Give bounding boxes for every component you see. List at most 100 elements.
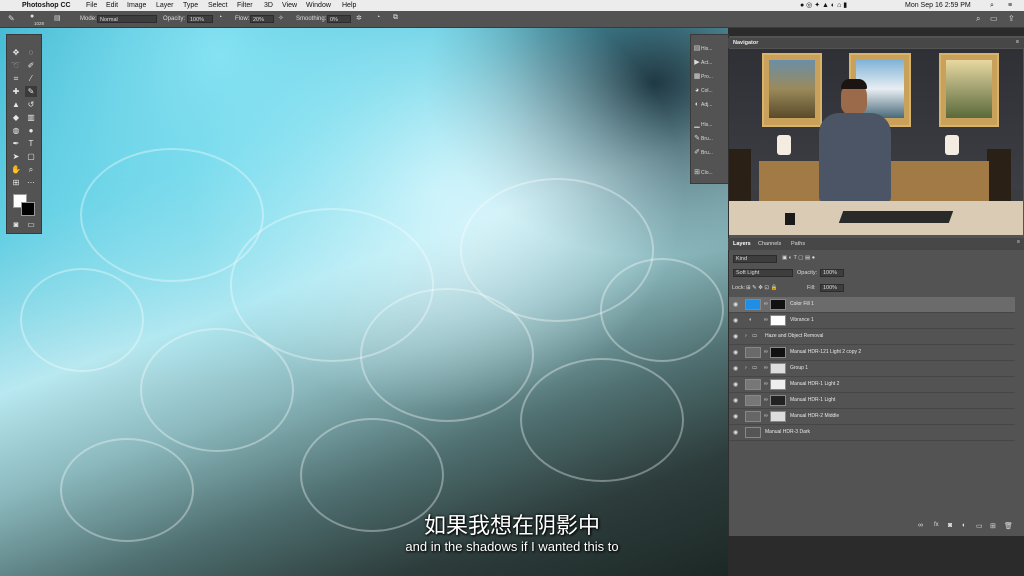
background-color-swatch[interactable] (21, 202, 35, 216)
visibility-eye-icon[interactable]: ◉ (733, 397, 738, 404)
hand-tool-icon[interactable]: ✋ (10, 164, 22, 175)
app-name[interactable]: Photoshop CC (22, 1, 71, 10)
brush-tool-icon[interactable]: ✎ (8, 14, 15, 23)
layer-row[interactable]: ◉ › ▭ ∞ Group 1 (729, 361, 1015, 377)
status-icons[interactable]: ● ◎ ✦ ▲ ◐ ⌂ ▮ (800, 1, 847, 10)
menu-image[interactable]: Image (127, 1, 146, 10)
tab-navigator[interactable]: Navigator (733, 40, 758, 46)
menu-file[interactable]: File (86, 1, 97, 10)
history-brush-icon[interactable]: ↺ (25, 99, 37, 110)
quick-mask-icon[interactable]: ◙ (10, 219, 22, 230)
search-icon[interactable]: ⌕ (990, 1, 994, 10)
panel-clone-source[interactable]: ⊞Clo... (693, 167, 726, 178)
layer-row[interactable]: ◉ ∞ Manual HDR-2 Middle (729, 409, 1015, 425)
dodge-tool-icon[interactable]: ● (25, 125, 37, 136)
quick-select-tool-icon[interactable]: ✐ (25, 60, 37, 71)
crop-tool-icon[interactable]: ⌗ (10, 73, 22, 84)
layer-row[interactable]: ◉ ∞ Manual HDR-1 Light 2 (729, 377, 1015, 393)
visibility-eye-icon[interactable]: ◉ (733, 333, 738, 340)
gradient-tool-icon[interactable]: ▥ (25, 112, 37, 123)
panel-adjustments[interactable]: ◐ Adj... (693, 99, 726, 110)
clock[interactable]: Mon Sep 16 2:59 PM (905, 1, 971, 10)
layer-row[interactable]: ◉ ∞ Manual HDR-1 Light (729, 393, 1015, 409)
menu-3d[interactable]: 3D (264, 1, 273, 10)
smoothing-settings-icon[interactable]: ✲ (356, 14, 362, 22)
visibility-eye-icon[interactable]: ◉ (733, 349, 738, 356)
path-select-tool-icon[interactable]: ➤ (10, 151, 22, 162)
panel-properties[interactable]: ▦Pro... (693, 71, 726, 82)
menu-help[interactable]: Help (342, 1, 356, 10)
eyedropper-tool-icon[interactable]: ⁄ (25, 73, 37, 84)
screen-mode-icon[interactable]: ▭ (25, 219, 37, 230)
document-canvas[interactable] (0, 28, 728, 576)
panel-history[interactable]: ▤His... (693, 43, 726, 54)
menu-type[interactable]: Type (183, 1, 198, 10)
panel-brush-settings[interactable]: ✐Bru... (693, 147, 726, 158)
zoom-tool-icon[interactable]: ⌕ (25, 164, 37, 175)
visibility-eye-icon[interactable]: ◉ (733, 365, 738, 372)
shape-tool-icon[interactable]: ▢ (25, 151, 37, 162)
lasso-tool-icon[interactable]: ➰ (10, 60, 22, 71)
move-tool-icon[interactable]: ✥ (10, 47, 22, 58)
visibility-eye-icon[interactable]: ◉ (733, 413, 738, 420)
type-tool-icon[interactable]: T (25, 138, 37, 149)
panel-brushes[interactable]: ✎Bru... (693, 133, 726, 144)
layer-row[interactable]: ◉ ∞ Color Fill 1 (729, 297, 1015, 313)
blur-tool-icon[interactable]: ◍ (10, 125, 22, 136)
menu-filter[interactable]: Filter (237, 1, 253, 10)
menu-list-icon[interactable]: ≡ (1008, 1, 1012, 10)
flow-field[interactable]: 20% (250, 15, 274, 23)
visibility-eye-icon[interactable]: ◉ (733, 381, 738, 388)
visibility-eye-icon[interactable]: ◉ (733, 429, 738, 436)
panel-histogram[interactable]: ▁His... (693, 119, 726, 130)
filter-kind-select[interactable]: Kind (733, 255, 777, 263)
blend-mode-select[interactable]: Soft Light (733, 269, 793, 277)
menu-select[interactable]: Select (208, 1, 227, 10)
pen-tool-icon[interactable]: ✒ (10, 138, 22, 149)
pressure-size-icon[interactable]: ◔ (376, 14, 380, 21)
eraser-tool-icon[interactable]: ◆ (10, 112, 22, 123)
menu-window[interactable]: Window (306, 1, 331, 10)
airbrush-icon[interactable]: ✧ (278, 14, 284, 22)
tab-layers[interactable]: Layers (733, 241, 751, 247)
smoothing-field[interactable]: 0% (327, 15, 351, 23)
visibility-eye-icon[interactable]: ◉ (733, 317, 738, 324)
menu-edit[interactable]: Edit (106, 1, 118, 10)
panel-actions[interactable]: ▶Act... (693, 57, 726, 68)
panel-color[interactable]: ◕ Col... (693, 85, 726, 96)
healing-tool-icon[interactable]: ✚ (10, 86, 22, 97)
mode-select[interactable]: Normal (97, 15, 157, 23)
opacity-field[interactable]: 100% (187, 15, 213, 23)
filter-icons[interactable]: ▣ ◐ T ▢ ▤ ● (782, 255, 815, 261)
layer-thumbnail (745, 411, 761, 422)
share-icon[interactable]: ⇪ (1008, 14, 1015, 23)
menu-view[interactable]: View (282, 1, 297, 10)
layer-row[interactable]: ◉ Manual HDR-3 Dark (729, 425, 1015, 441)
opacity-field[interactable]: 100% (820, 269, 844, 277)
panel-menu-icon[interactable]: ≡ (1017, 239, 1020, 245)
layer-row[interactable]: ◉ ◐ ∞ Vibrance 1 (729, 313, 1015, 329)
more-tools-icon[interactable]: ⋯ (25, 177, 37, 188)
brush-preset-icon[interactable]: ● (30, 13, 34, 20)
tab-channels[interactable]: Channels (758, 241, 781, 247)
layer-row[interactable]: ◉ › ▭ Haze and Object Removal (729, 329, 1015, 345)
menu-layer[interactable]: Layer (156, 1, 174, 10)
symmetry-icon[interactable]: ⧉ (393, 14, 398, 22)
marquee-tool-icon[interactable]: ◌ (25, 47, 37, 58)
visibility-eye-icon[interactable]: ◉ (733, 301, 738, 308)
search-icon[interactable]: ⌕ (976, 14, 980, 24)
fill-field[interactable]: 100% (820, 284, 844, 292)
tab-paths[interactable]: Paths (791, 241, 805, 247)
stamp-tool-icon[interactable]: ▲ (10, 99, 22, 110)
layer-row[interactable]: ◉ ∞ Manual HDR-121 Light 2 copy 2 (729, 345, 1015, 361)
expand-chevron-icon[interactable]: › (745, 365, 747, 371)
brush-tool-icon[interactable]: ✎ (25, 86, 37, 97)
edit-toolbar-icon[interactable]: ⊞ (10, 177, 22, 188)
brush-panel-icon[interactable]: ▤ (54, 14, 61, 22)
lock-icons[interactable]: ⊞ ✎ ✥ ⊡ 🔒 (746, 285, 777, 291)
workspace-icon[interactable]: ▭ (990, 14, 998, 23)
navigator-preview[interactable] (729, 49, 1023, 235)
expand-chevron-icon[interactable]: › (745, 333, 747, 339)
pressure-opacity-icon[interactable]: ◔ (218, 14, 222, 21)
panel-menu-icon[interactable]: ≡ (1016, 39, 1019, 45)
